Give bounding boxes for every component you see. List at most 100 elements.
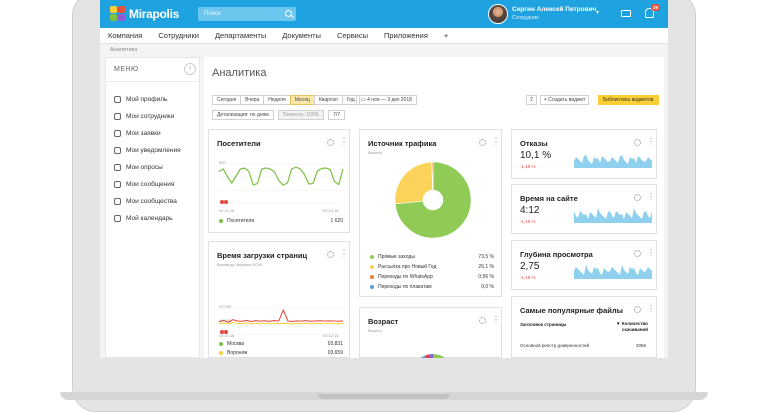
legend-value: 73,5 % (478, 254, 494, 260)
column-header-count-line2: скачиваний (622, 327, 648, 332)
nav-item-add[interactable]: + (436, 28, 456, 43)
period-today[interactable]: Сегодня (212, 95, 241, 105)
sidebar-item-surveys[interactable]: Мои опросы (114, 159, 181, 176)
nav-item-apps[interactable]: Приложения (376, 28, 436, 43)
user-name[interactable]: Сергин Алексей Петрович (512, 6, 596, 13)
nav-item-employees[interactable]: Сотрудники (150, 28, 207, 43)
logo-icon (110, 6, 125, 21)
more-icon[interactable]: ⋮ (647, 249, 655, 256)
widget-title: Отказы (520, 139, 548, 148)
legend-item: Переходы по WhatsApp0,56 % (370, 274, 494, 280)
sidebar-item-label: Мои опросы (126, 164, 163, 171)
more-icon[interactable]: ⋮ (492, 138, 500, 145)
sidebar-item-label: Мои уведомления (126, 147, 181, 154)
sidebar-item-messages[interactable]: Мои сообщения (114, 176, 181, 193)
chat-icon (114, 181, 121, 188)
app-name: Mirapolis (129, 7, 179, 21)
legend-dot (370, 275, 374, 279)
legend-dot (370, 265, 374, 269)
gear-icon[interactable] (479, 317, 486, 324)
gear-icon[interactable] (634, 306, 641, 313)
breadcrumb[interactable]: Аналитика (110, 47, 137, 53)
column-header-title[interactable]: Заголовок страницы (520, 322, 566, 327)
period-week[interactable]: Неделя (263, 95, 290, 105)
avatar[interactable] (488, 4, 508, 24)
period-yesterday[interactable]: Вчера (240, 95, 264, 105)
legend-dot (370, 285, 374, 289)
top-bar: Mirapolis Поиск Сергин Алексей Петрович … (100, 0, 668, 28)
sidebar-item-label: Мои сообщества (126, 198, 177, 205)
more-icon[interactable]: ⋮ (647, 305, 655, 312)
visitors-widget: Посетители ⋮ 800 04.11.18 03.12.18 Посет… (208, 129, 350, 233)
widget-title: Возраст (368, 317, 398, 326)
search-icon[interactable] (285, 10, 292, 17)
period-selector: Сегодня Вчера Неделя Месяц Квартал Год (212, 95, 359, 105)
visitors-series-line (219, 167, 343, 185)
nav-item-documents[interactable]: Документы (274, 28, 329, 43)
group-icon (114, 198, 121, 205)
app-logo[interactable]: Mirapolis (110, 6, 179, 21)
more-icon[interactable]: ⋮ (492, 316, 500, 323)
check-icon (114, 164, 121, 171)
table-cell: 2056 (636, 343, 646, 348)
start-marker (224, 200, 228, 204)
date-range-picker[interactable]: ▭ 4 ноя — 3 дек 2018 (356, 95, 417, 105)
more-icon[interactable]: ⋮ (340, 250, 348, 257)
search-input[interactable]: Поиск (198, 7, 296, 21)
widget-library-button[interactable]: Библиотека виджетов (598, 95, 659, 105)
legend-label: Посетители (227, 218, 254, 224)
column-header-count[interactable]: ▼ Количество (616, 321, 648, 326)
x-axis-end-label: 03.12.18 (323, 333, 339, 338)
chevron-down-icon[interactable]: ▾ (596, 9, 599, 16)
ratio-select[interactable]: 7/7 (328, 110, 345, 120)
date-range-label: 4 ноя — 3 дек 2018 (367, 97, 412, 103)
sidebar-item-label: Мои сотрудники (126, 113, 174, 120)
sidebar-item-employees[interactable]: Мои сотрудники (114, 108, 181, 125)
sidebar-item-notifications[interactable]: Мои уведомления (114, 142, 181, 159)
legend-item: Прямые заходы73,5 % (370, 254, 494, 260)
widget-title: Глубина просмотра (520, 250, 593, 259)
time-on-site-widget: Время на сайте ⋮ 4:12 -1,15 % (511, 184, 657, 234)
collapse-sidebar-button[interactable]: ‹ (184, 63, 196, 75)
period-month[interactable]: Месяц (290, 95, 315, 105)
more-icon[interactable]: ⋮ (647, 138, 655, 145)
accuracy-select[interactable]: Точность: 100% (278, 110, 324, 120)
legend-value: 1 620 (330, 218, 343, 224)
nav-item-company[interactable]: Компания (100, 28, 150, 43)
sidebar-item-requests[interactable]: Мои заявки (114, 125, 181, 142)
add-widget-button[interactable]: + Создать виджет (540, 95, 589, 105)
gear-icon[interactable] (327, 139, 334, 146)
bounce-sparkline (574, 154, 652, 168)
metric-value: 10,1 % (520, 150, 551, 161)
more-icon[interactable]: ⋮ (647, 193, 655, 200)
sidebar-item-profile[interactable]: Мой профиль (114, 91, 181, 108)
nav-item-departments[interactable]: Департаменты (207, 28, 274, 43)
calendar-icon (114, 215, 121, 222)
widget-subtitle: Время до загрузки DOM (217, 262, 262, 267)
legend-item: Рассылка про Новый Год26,1 % (370, 264, 494, 270)
sidebar-item-label: Мой календарь (126, 215, 173, 222)
period-quarter[interactable]: Квартал (314, 95, 343, 105)
widget-title: Посетители (217, 139, 261, 148)
gear-icon[interactable] (634, 194, 641, 201)
donut-slice[interactable] (395, 162, 433, 204)
gear-icon[interactable] (634, 250, 641, 257)
mail-icon[interactable] (621, 10, 631, 17)
more-icon[interactable]: ⋮ (340, 138, 348, 145)
nav-item-services[interactable]: Сервисы (329, 28, 376, 43)
table-cell[interactable]: Основной реестр доверенностей (520, 343, 589, 348)
gear-icon[interactable] (479, 139, 486, 146)
legend-label: Переходы по плакатам (378, 284, 432, 290)
metric-delta: -1,18 % (520, 164, 536, 169)
sidebar-item-communities[interactable]: Мои сообщества (114, 193, 181, 210)
sidebar-item-calendar[interactable]: Мой календарь (114, 210, 181, 227)
detail-select[interactable]: Детализация: по дням (212, 110, 274, 120)
gear-icon[interactable] (327, 251, 334, 258)
export-icon[interactable]: ⇪ (526, 95, 537, 105)
popular-files-widget: Самые популярные файлы ⋮ Заголовок стран… (511, 296, 657, 358)
sidebar-item-label: Мои заявки (126, 130, 161, 137)
gear-icon[interactable] (634, 139, 641, 146)
legend-item: Москва03,831 (219, 341, 343, 347)
load-time-line-chart (219, 308, 343, 334)
divider (106, 81, 201, 82)
